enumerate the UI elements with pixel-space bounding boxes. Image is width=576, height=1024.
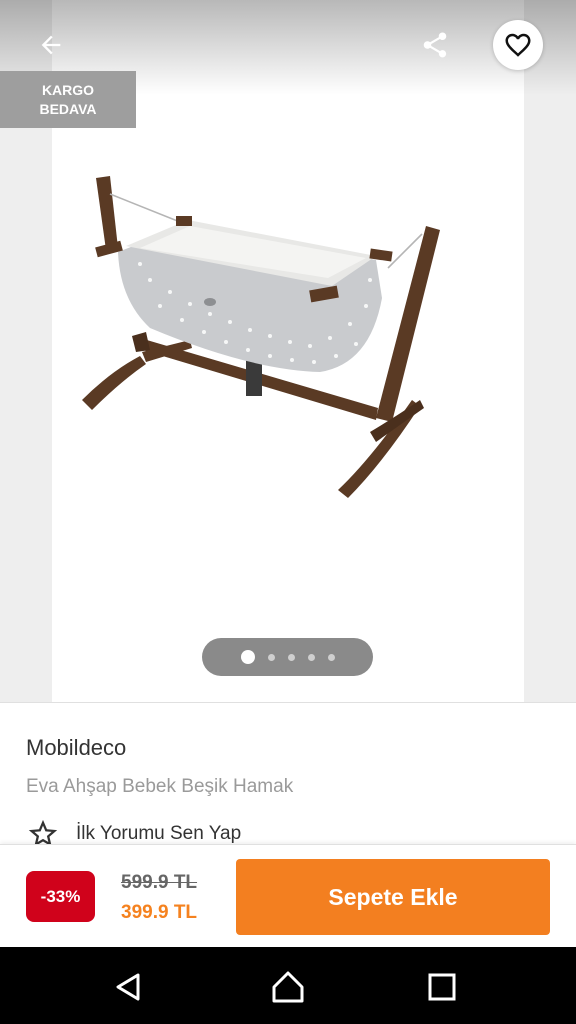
nav-home-icon bbox=[272, 971, 304, 1003]
cargo-badge-line2: BEDAVA bbox=[39, 100, 97, 117]
buy-bar: -33% 599.9 TL 399.9 TL Sepete Ekle bbox=[0, 844, 576, 947]
nav-back-icon bbox=[116, 973, 140, 1001]
pager-dot[interactable] bbox=[287, 653, 295, 661]
free-shipping-badge: KARGO BEDAVA bbox=[0, 71, 136, 128]
favorite-button[interactable] bbox=[493, 20, 543, 70]
back-button[interactable] bbox=[28, 22, 74, 68]
old-price: 599.9 TL bbox=[121, 872, 198, 893]
system-nav-bar bbox=[0, 947, 576, 1024]
cargo-badge-line1: KARGO bbox=[41, 81, 95, 98]
share-icon bbox=[423, 32, 447, 58]
arrow-left-icon bbox=[41, 35, 61, 55]
pager-dot[interactable] bbox=[327, 653, 335, 661]
product-title: Eva Ahşap Bebek Beşik Hamak bbox=[26, 776, 294, 797]
discount-badge: -33% bbox=[26, 871, 95, 922]
brand-name[interactable]: Mobildeco bbox=[26, 735, 126, 761]
pager-dot[interactable] bbox=[307, 653, 315, 661]
nav-home-button[interactable] bbox=[266, 965, 310, 1009]
product-gallery[interactable]: KARGO BEDAVA bbox=[0, 0, 576, 702]
pager-dot[interactable] bbox=[267, 653, 275, 661]
image-pager[interactable] bbox=[202, 638, 373, 676]
heart-outline-icon bbox=[505, 33, 531, 57]
add-to-cart-button[interactable]: Sepete Ekle bbox=[236, 859, 550, 935]
new-price: 399.9 TL bbox=[121, 902, 198, 923]
product-image[interactable] bbox=[70, 160, 450, 500]
share-button[interactable] bbox=[412, 22, 458, 68]
product-info: Mobildeco Eva Ahşap Bebek Beşik Hamak İl… bbox=[0, 702, 576, 847]
first-review-label[interactable]: İlk Yorumu Sen Yap bbox=[76, 823, 241, 845]
nav-recents-icon bbox=[428, 973, 456, 1001]
nav-recents-button[interactable] bbox=[420, 965, 464, 1009]
pager-dot-active[interactable] bbox=[240, 650, 255, 664]
nav-back-button[interactable] bbox=[106, 965, 150, 1009]
